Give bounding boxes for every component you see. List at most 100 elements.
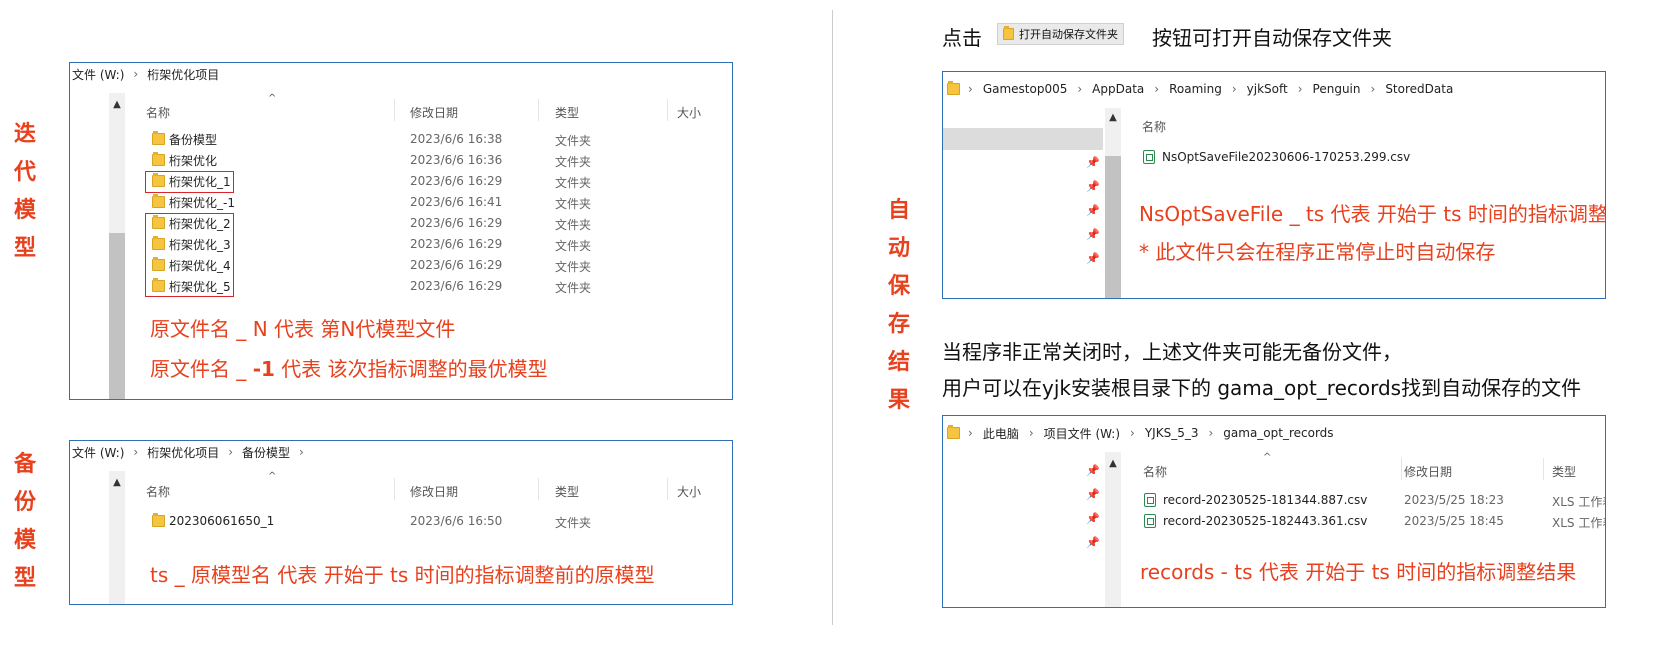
chevron-right-icon: ›	[968, 426, 973, 440]
spreadsheet-file-icon	[1143, 150, 1155, 164]
breadcrumb-item[interactable]: gama_opt_records	[1223, 426, 1333, 440]
folder-icon	[152, 194, 165, 208]
intro-text-a: 点击	[942, 26, 982, 50]
breadcrumb-item[interactable]: Roaming	[1169, 82, 1222, 96]
breadcrumb-backup[interactable]: 备份模型	[242, 444, 290, 461]
scrollbar[interactable]	[1105, 452, 1121, 607]
explorer-panel-backup: 文件 (W:) › 桁架优化项目 › 备份模型 › ▲ ^ 名称 修改日期 类型…	[69, 440, 733, 605]
pin-icon[interactable]: 📌	[1086, 464, 1100, 477]
note-original-model: ts _ 原模型名 代表 开始于 ts 时间的指标调整前的原模型	[150, 563, 655, 587]
column-header-name[interactable]: 名称	[1143, 463, 1167, 480]
table-row[interactable]: record-20230525-181344.887.csv	[1144, 490, 1367, 510]
row-type: 文件夹	[555, 176, 592, 190]
breadcrumb-item[interactable]: AppData	[1092, 82, 1144, 96]
column-header-size[interactable]: 大小	[677, 483, 701, 500]
pin-icon[interactable]: 📌	[1086, 512, 1100, 525]
scrollbar-thumb[interactable]	[109, 233, 125, 399]
pin-icon[interactable]: 📌	[1086, 156, 1100, 169]
sort-ascending-icon: ^	[268, 471, 277, 482]
breadcrumb-drive[interactable]: 文件 (W:)	[72, 66, 124, 83]
scroll-up-icon[interactable]: ▲	[109, 99, 125, 110]
row-type: XLS 工作表	[1552, 495, 1605, 509]
folder-icon	[152, 513, 165, 527]
scrollbar[interactable]	[109, 471, 125, 604]
breadcrumb-item[interactable]: Gamestop005	[983, 82, 1068, 96]
sort-ascending-icon: ^	[1263, 452, 1272, 463]
chevron-right-icon: ›	[1154, 82, 1160, 96]
table-row[interactable]: 桁架优化	[152, 150, 217, 170]
column-header-type[interactable]: 类型	[1552, 463, 1576, 480]
breadcrumb: 文件 (W:) › 桁架优化项目	[70, 63, 732, 85]
paragraph-records-location: 用户可以在yjk安装根目录下的 gama_opt_records找到自动保存的文…	[942, 376, 1582, 400]
column-divider	[1543, 458, 1544, 480]
scroll-up-icon[interactable]: ▲	[1105, 112, 1121, 123]
table-row[interactable]: 202306061650_1	[152, 511, 274, 531]
row-type: 文件夹	[555, 218, 592, 232]
row-type: 文件夹	[555, 197, 592, 211]
scrollbar-thumb[interactable]	[1105, 156, 1121, 298]
breadcrumb-item[interactable]: yjkSoft	[1247, 82, 1288, 96]
row-date: 2023/5/25 18:45	[1404, 514, 1504, 528]
column-header-name[interactable]: 名称	[1142, 118, 1166, 135]
note-best-model: 原文件名 _ -1 代表 该次指标调整的最优模型	[150, 357, 548, 381]
pin-icon[interactable]: 📌	[1086, 252, 1100, 265]
row-type: 文件夹	[555, 239, 592, 253]
pin-icon[interactable]: 📌	[1086, 180, 1100, 193]
chevron-right-icon: ›	[1130, 426, 1135, 440]
breadcrumb-item[interactable]: StoredData	[1385, 82, 1453, 96]
intro-text-b: 按钮可打开自动保存文件夹	[1152, 26, 1392, 50]
breadcrumb: 文件 (W:) › 桁架优化项目 › 备份模型 ›	[70, 441, 732, 463]
breadcrumb: › Gamestop005 › AppData › Roaming › yjkS…	[943, 72, 1605, 106]
row-type: 文件夹	[555, 155, 592, 169]
pin-icon[interactable]: 📌	[1086, 536, 1100, 549]
chevron-right-icon: ›	[1231, 82, 1237, 96]
column-divider	[538, 478, 539, 500]
breadcrumb-item[interactable]: 项目文件 (W:)	[1044, 425, 1120, 442]
row-date: 2023/5/25 18:23	[1404, 493, 1504, 507]
chevron-right-icon: ›	[133, 445, 139, 459]
column-header-type[interactable]: 类型	[555, 483, 579, 500]
breadcrumb-item[interactable]: Penguin	[1313, 82, 1361, 96]
pin-icon[interactable]: 📌	[1086, 488, 1100, 501]
pin-icon[interactable]: 📌	[1086, 228, 1100, 241]
scroll-up-icon[interactable]: ▲	[1105, 458, 1121, 469]
column-divider	[538, 99, 539, 121]
label-backup-model: 备份模型	[14, 452, 37, 591]
highlight-box	[145, 213, 234, 297]
breadcrumb-drive[interactable]: 文件 (W:)	[72, 444, 124, 461]
column-header-name[interactable]: 名称	[146, 104, 170, 121]
folder-icon	[152, 152, 165, 166]
column-header-type[interactable]: 类型	[555, 104, 579, 121]
table-row[interactable]: 桁架优化_-1	[152, 192, 235, 212]
scroll-up-icon[interactable]: ▲	[109, 477, 125, 488]
breadcrumb-project[interactable]: 桁架优化项目	[147, 444, 219, 461]
column-header-date[interactable]: 修改日期	[410, 483, 458, 500]
column-header-size[interactable]: 大小	[677, 104, 701, 121]
highlight-box	[145, 171, 234, 193]
row-date: 2023/6/6 16:50	[410, 514, 503, 528]
row-date: 2023/6/6 16:29	[410, 279, 503, 293]
pin-icon[interactable]: 📌	[1086, 204, 1100, 217]
chevron-right-icon: ›	[133, 67, 139, 81]
folder-icon	[947, 81, 960, 95]
chevron-right-icon: ›	[1370, 82, 1376, 96]
table-row[interactable]: 备份模型	[152, 129, 217, 149]
breadcrumb-item[interactable]: YJKS_5_3	[1145, 426, 1199, 440]
table-row[interactable]: record-20230525-182443.361.csv	[1144, 511, 1367, 531]
column-header-date[interactable]: 修改日期	[410, 104, 458, 121]
column-header-name[interactable]: 名称	[146, 483, 170, 500]
note-normal-stop: * 此文件只会在程序正常停止时自动保存	[1139, 240, 1496, 264]
label-iteration-model: 迭代模型	[14, 122, 37, 261]
nav-pane-selected[interactable]	[943, 128, 1103, 150]
paragraph-abnormal-close: 当程序非正常关闭时，上述文件夹可能无备份文件，	[942, 340, 1402, 364]
column-header-date[interactable]: 修改日期	[1404, 463, 1452, 480]
breadcrumb-item[interactable]: 此电脑	[983, 425, 1019, 442]
breadcrumb-project[interactable]: 桁架优化项目	[147, 66, 219, 83]
spreadsheet-file-icon	[1144, 514, 1156, 528]
open-autosave-folder-button[interactable]: 打开自动保存文件夹	[997, 23, 1124, 45]
table-row[interactable]: NsOptSaveFile20230606-170253.299.csv	[1143, 147, 1410, 167]
column-divider	[394, 99, 395, 121]
note-nsopt: NsOptSaveFile _ ts 代表 开始于 ts 时间的指标调整结果	[1139, 202, 1606, 226]
spreadsheet-file-icon	[1144, 493, 1156, 507]
chevron-right-icon: ›	[1297, 82, 1303, 96]
